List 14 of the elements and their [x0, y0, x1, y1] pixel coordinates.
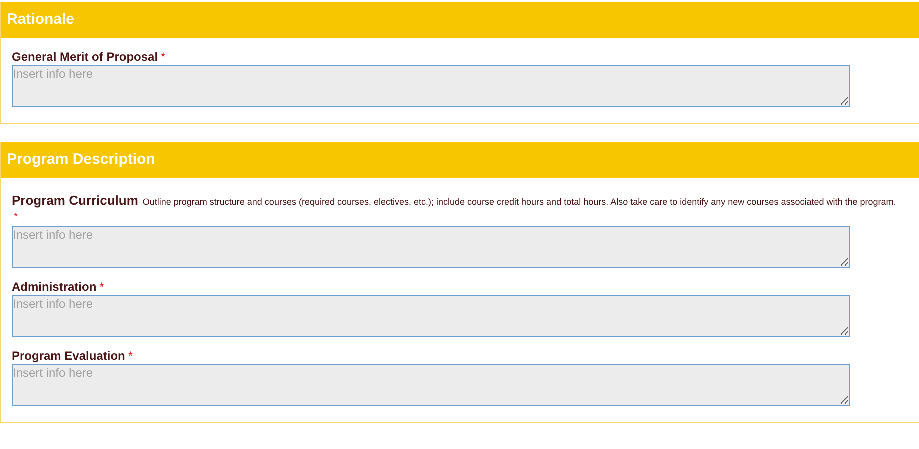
field-label: General Merit of Proposal [12, 50, 158, 64]
required-mark: * [14, 213, 18, 223]
field-label: Program Evaluation [12, 349, 126, 363]
section-title: Program Description [7, 150, 156, 170]
field-label: Program Curriculum Outline program structure and courses (required courses, electives, etc.); include course credit hours and total hours. Also take care to identify any new courses associated with the program. [12, 192, 898, 210]
section-title: Rationale [7, 10, 75, 30]
required-mark: * [100, 281, 104, 293]
text-area[interactable]: Insert info here [12, 65, 850, 107]
text-area[interactable]: Insert info here [12, 364, 850, 406]
required-mark: * [128, 350, 134, 362]
text-area[interactable]: Insert info here [12, 295, 850, 337]
required-mark: * [161, 51, 166, 63]
text-area[interactable]: Insert info here [12, 226, 850, 268]
field-label: Administration [12, 280, 97, 294]
